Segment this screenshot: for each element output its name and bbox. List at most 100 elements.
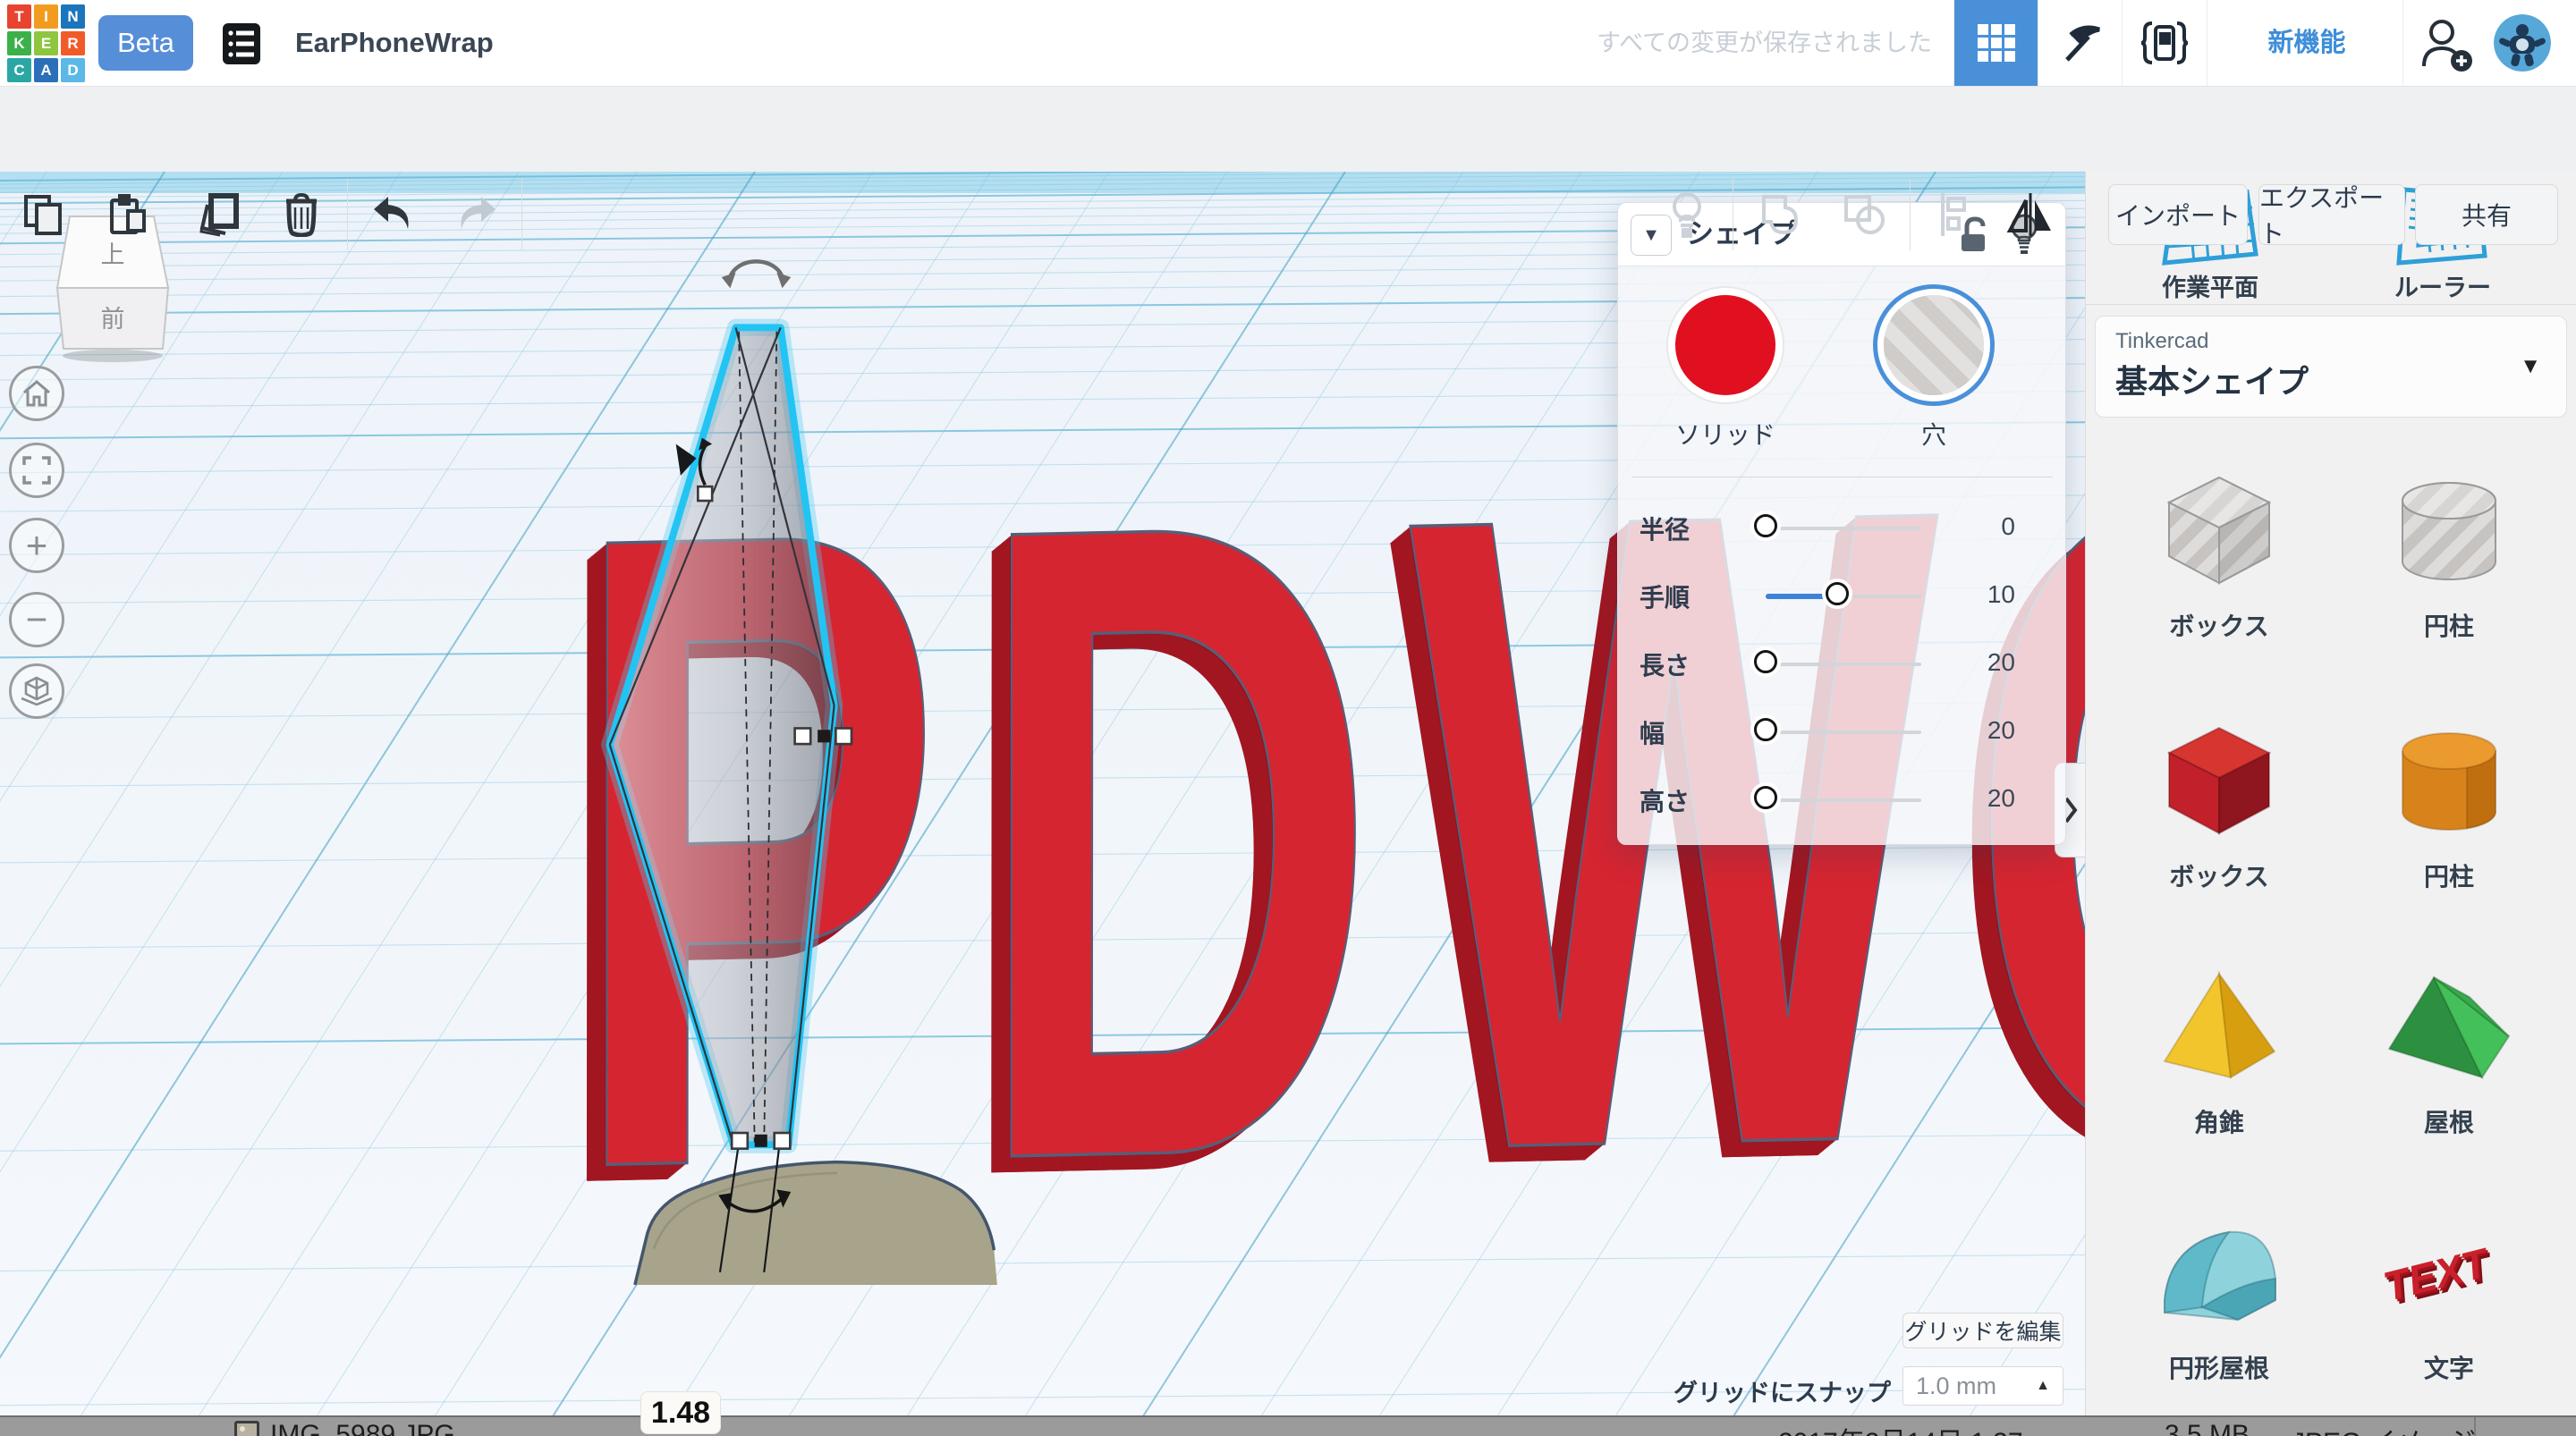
design-list-icon[interactable]: [222, 22, 261, 65]
slider-knob[interactable]: [1754, 514, 1777, 537]
library-dropdown[interactable]: Tinkercad 基本シェイプ ▼: [2095, 316, 2567, 418]
tinkercad-logo[interactable]: T I N K E R C A D: [7, 4, 89, 81]
shape-label: 文字: [2364, 1349, 2534, 1385]
app-header: T I N K E R C A D Beta EarPhoneWrap すべての…: [0, 0, 2576, 87]
shape-item-pyramid[interactable]: 角錐: [2134, 961, 2304, 1139]
scanned-mesh-object[interactable]: [635, 1162, 997, 1285]
shape-item-box-red[interactable]: ボックス: [2134, 715, 2304, 893]
solid-material-swatch[interactable]: [1675, 295, 1775, 395]
workplane-label: 作業平面: [2134, 268, 2286, 303]
zoom-out-button[interactable]: −: [9, 592, 64, 647]
sidebar-divider: [2086, 304, 2576, 305]
dashboard-grid-button[interactable]: [1953, 0, 2038, 86]
background-file-row: IMG_5989.JPG 2017年2月14日 1:37 3.5 MB JPEG…: [0, 1415, 2576, 1436]
import-button[interactable]: インポート: [2108, 184, 2248, 245]
file-date: 2017年2月14日 1:37: [1778, 1420, 2023, 1436]
logo-cell: D: [61, 58, 85, 82]
logo-cell: A: [34, 58, 58, 82]
mirror-button[interactable]: [1999, 183, 2062, 246]
shape-label: 円柱: [2364, 607, 2534, 643]
slider-knob[interactable]: [1754, 650, 1777, 673]
minecraft-pickaxe-button[interactable]: [2038, 0, 2123, 86]
shape-item-round-roof[interactable]: 円形屋根: [2134, 1207, 2304, 1385]
save-status: すべての変更が保存されました: [1521, 0, 1932, 86]
ungroup-button[interactable]: [1834, 183, 1896, 246]
slider-track[interactable]: [1766, 663, 1921, 666]
toolbar-separator: [521, 179, 522, 250]
slider-knob[interactable]: [1754, 786, 1777, 809]
show-all-button[interactable]: [1656, 183, 1718, 246]
redo-button[interactable]: [445, 183, 508, 246]
shape-label: 円形屋根: [2134, 1349, 2304, 1385]
slider-track[interactable]: [1766, 731, 1921, 734]
library-name: 基本シェイプ: [2115, 356, 2309, 402]
slider-label: 高さ: [1640, 782, 1690, 818]
logo-cell: N: [61, 4, 85, 29]
rotate-handle[interactable]: [722, 261, 791, 288]
slider-knob[interactable]: [1826, 582, 1849, 605]
slider-value: 20: [1926, 716, 2015, 745]
shape-label: 角錐: [2134, 1103, 2304, 1139]
toolbar-separator: [347, 179, 348, 250]
snap-grid-select[interactable]: 1.0 mm ▲: [1902, 1366, 2063, 1406]
code-blocks-button[interactable]: [2122, 0, 2207, 86]
fit-view-button[interactable]: [9, 443, 64, 498]
file-size: 3.5 MB: [2165, 1420, 2250, 1436]
slider-label: 幅: [1640, 714, 1665, 750]
slider-track[interactable]: [1766, 798, 1921, 802]
slider-label: 手順: [1640, 579, 1690, 614]
hole-label: 穴: [1884, 416, 1984, 452]
undo-button[interactable]: [361, 183, 424, 246]
logo-cell: T: [7, 4, 31, 29]
shape-label: ボックス: [2134, 857, 2304, 893]
logo-cell: C: [7, 58, 31, 82]
logo-cell: E: [34, 31, 58, 55]
slider-track[interactable]: [1766, 527, 1921, 530]
hole-material-swatch[interactable]: [1884, 295, 1984, 395]
slider-row-length: 長さ 20: [1618, 646, 2065, 682]
slider-value: 20: [1926, 784, 2015, 813]
slider-value: 20: [1926, 648, 2015, 677]
shape-item-text[interactable]: TEXT TEXT TEXT 文字: [2364, 1207, 2534, 1385]
slider-row-steps: 手順 10: [1618, 579, 2065, 614]
align-button[interactable]: [1926, 183, 1988, 246]
slider-knob[interactable]: [1754, 718, 1777, 741]
share-button[interactable]: 共有: [2415, 184, 2558, 245]
copy-button[interactable]: [13, 183, 75, 246]
file-name: IMG_5989.JPG: [270, 1420, 455, 1436]
file-kind: JPEG イメージ: [2292, 1420, 2476, 1436]
new-features-link[interactable]: 新機能: [2231, 0, 2383, 86]
shape-item-cylinder-orange[interactable]: 円柱: [2364, 715, 2534, 893]
paste-button[interactable]: [97, 183, 159, 246]
shape-label: ボックス: [2134, 607, 2304, 643]
shape-label: 円柱: [2364, 857, 2534, 893]
shape-inspector-panel: ▼ シェイプ ソリッド 穴 半径 0 手順 10 長さ: [1617, 202, 2066, 845]
user-avatar[interactable]: [2494, 14, 2551, 72]
beta-badge[interactable]: Beta: [98, 15, 193, 71]
shape-label: 屋根: [2364, 1103, 2534, 1139]
invite-user-icon[interactable]: [2417, 14, 2476, 73]
duplicate-button[interactable]: [186, 183, 249, 246]
shape-item-cylinder-hole[interactable]: 円柱: [2364, 465, 2534, 643]
dimension-value-label: 1.48: [640, 1391, 721, 1434]
solid-label: ソリッド: [1675, 416, 1775, 452]
logo-cell: R: [61, 31, 85, 55]
shape-item-box-hole[interactable]: ボックス: [2134, 465, 2304, 643]
export-button[interactable]: エクスポート: [2258, 184, 2405, 245]
home-view-button[interactable]: [9, 366, 64, 421]
group-button[interactable]: [1750, 183, 1813, 246]
library-brand: Tinkercad: [2115, 329, 2208, 354]
slider-row-height: 高さ 20: [1618, 782, 2065, 818]
slider-row-width: 幅 20: [1618, 714, 2065, 750]
logo-cell: I: [34, 4, 58, 29]
shape-item-roof[interactable]: 屋根: [2364, 961, 2534, 1139]
edit-toolbar: インポート エクスポート 共有: [0, 86, 2576, 172]
slider-value: 0: [1926, 512, 2015, 541]
snap-grid-label: グリッドにスナップ: [1623, 1373, 1891, 1408]
edit-grid-button[interactable]: グリッドを編集: [1902, 1313, 2063, 1348]
perspective-toggle-button[interactable]: [9, 663, 64, 719]
3d-viewport[interactable]: PDWO: [0, 172, 2085, 1436]
zoom-in-button[interactable]: +: [9, 518, 64, 573]
design-title[interactable]: EarPhoneWrap: [295, 0, 494, 86]
delete-button[interactable]: [270, 183, 333, 246]
